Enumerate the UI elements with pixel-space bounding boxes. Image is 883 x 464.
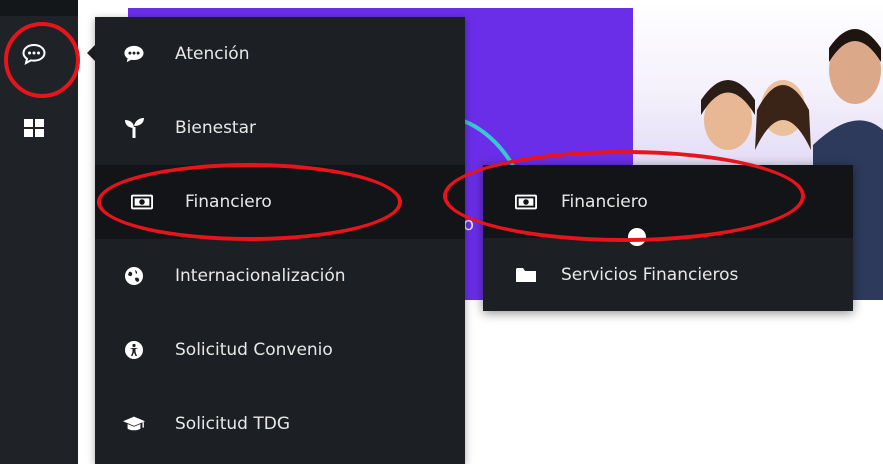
money-bill-icon bbox=[515, 191, 537, 213]
menu-item-label: Solicitud Convenio bbox=[175, 340, 333, 360]
submenu-item-financiero[interactable]: Financiero bbox=[483, 165, 853, 238]
rail-chat-button[interactable] bbox=[12, 32, 56, 76]
main-flyout-menu: Atención Bienestar Financiero Internacio… bbox=[95, 17, 465, 464]
rail-header bbox=[0, 0, 78, 16]
menu-item-financiero[interactable]: Financiero bbox=[95, 165, 465, 239]
menu-item-bienestar[interactable]: Bienestar bbox=[95, 91, 465, 165]
rail-apps-button[interactable] bbox=[12, 106, 56, 150]
folder-icon bbox=[515, 264, 537, 286]
graduation-cap-icon bbox=[123, 413, 145, 435]
menu-item-internacionalizacion[interactable]: Internacionalización bbox=[95, 239, 465, 313]
money-bill-icon bbox=[131, 191, 153, 213]
menu-item-label: Bienestar bbox=[175, 118, 257, 138]
financiero-submenu: Financiero Servicios Financieros bbox=[483, 165, 853, 311]
submenu-item-label: Financiero bbox=[561, 191, 648, 212]
grid-icon bbox=[24, 119, 44, 137]
menu-item-atencion[interactable]: Atención bbox=[95, 17, 465, 91]
menu-item-solicitud-convenio[interactable]: Solicitud Convenio bbox=[95, 313, 465, 387]
sprout-icon bbox=[123, 117, 145, 139]
left-rail bbox=[0, 0, 78, 464]
menu-item-solicitud-tdg[interactable]: Solicitud TDG bbox=[95, 387, 465, 461]
menu-item-label: Solicitud TDG bbox=[175, 414, 290, 434]
menu-item-label: Atención bbox=[175, 44, 250, 64]
menu-pointer bbox=[87, 45, 95, 61]
submenu-item-servicios-financieros[interactable]: Servicios Financieros bbox=[483, 238, 853, 311]
chat-bubble-icon bbox=[123, 43, 145, 65]
chat-bubble-icon bbox=[22, 43, 46, 65]
submenu-item-label: Servicios Financieros bbox=[561, 264, 739, 285]
globe-icon bbox=[123, 265, 145, 287]
accessibility-icon bbox=[123, 339, 145, 361]
mouse-cursor bbox=[628, 228, 646, 246]
menu-item-label: Financiero bbox=[185, 192, 272, 212]
menu-item-label: Internacionalización bbox=[175, 266, 346, 286]
